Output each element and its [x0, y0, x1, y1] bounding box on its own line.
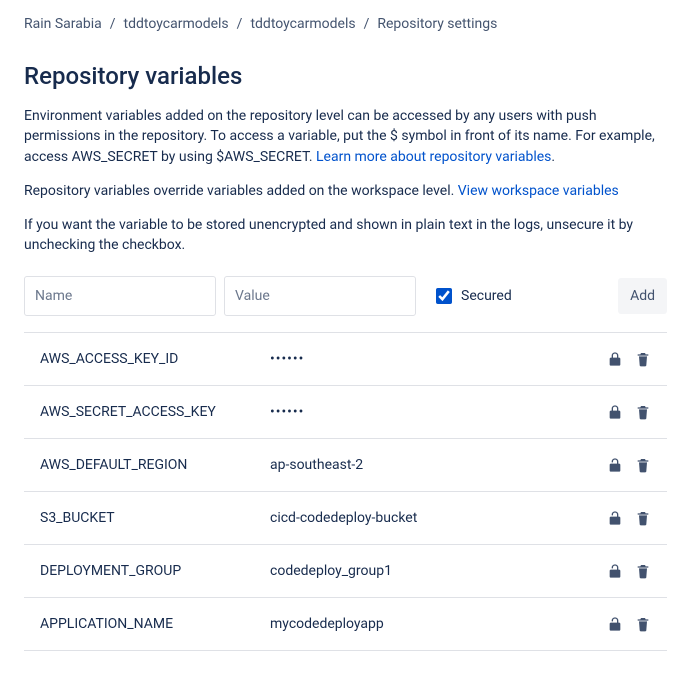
delete-icon[interactable] [635, 510, 651, 526]
secured-toggle-wrap: Secured [432, 285, 512, 307]
add-variable-row: Secured Add [24, 276, 667, 333]
lock-open-icon[interactable] [607, 510, 623, 526]
breadcrumb-item-current: Repository settings [377, 16, 497, 32]
variable-value-input[interactable] [224, 276, 416, 316]
breadcrumb-separator: / [110, 16, 116, 32]
variable-name: AWS_DEFAULT_REGION [40, 457, 270, 473]
breadcrumb: Rain Sarabia / tddtoycarmodels / tddtoyc… [24, 12, 667, 44]
row-actions [607, 563, 651, 579]
variable-row: AWS_DEFAULT_REGIONap-southeast-2 [24, 439, 667, 492]
row-actions [607, 616, 651, 632]
variable-name: DEPLOYMENT_GROUP [40, 563, 270, 579]
variable-row: S3_BUCKETcicd-codedeploy-bucket [24, 492, 667, 545]
page-title: Repository variables [24, 62, 667, 90]
row-actions [607, 351, 651, 367]
lock-closed-icon[interactable] [607, 351, 623, 367]
breadcrumb-item-project[interactable]: tddtoycarmodels [124, 16, 229, 32]
delete-icon[interactable] [635, 563, 651, 579]
add-button[interactable]: Add [618, 278, 667, 314]
variable-value: mycodedeployapp [270, 616, 607, 632]
variable-row: APPLICATION_NAMEmycodedeployapp [24, 598, 667, 651]
secured-label: Secured [461, 288, 512, 304]
variable-row: AWS_SECRET_ACCESS_KEY•••••• [24, 386, 667, 439]
description-paragraph-1: Environment variables added on the repos… [24, 106, 667, 167]
variable-value: •••••• [270, 404, 607, 420]
lock-open-icon[interactable] [607, 457, 623, 473]
variable-value: cicd-codedeploy-bucket [270, 510, 607, 526]
row-actions [607, 510, 651, 526]
delete-icon[interactable] [635, 457, 651, 473]
secured-checkbox[interactable] [436, 288, 452, 304]
breadcrumb-separator: / [364, 16, 370, 32]
breadcrumb-item-user[interactable]: Rain Sarabia [24, 16, 102, 32]
variable-name: S3_BUCKET [40, 510, 270, 526]
variable-name: APPLICATION_NAME [40, 616, 270, 632]
variable-value: •••••• [270, 351, 607, 367]
variable-row: DEPLOYMENT_GROUPcodedeploy_group1 [24, 545, 667, 598]
desc1-suffix: . [551, 149, 555, 165]
delete-icon[interactable] [635, 351, 651, 367]
variable-name: AWS_ACCESS_KEY_ID [40, 351, 270, 367]
lock-open-icon[interactable] [607, 563, 623, 579]
desc2-text: Repository variables override variables … [24, 183, 458, 199]
variables-list: AWS_ACCESS_KEY_ID••••••AWS_SECRET_ACCESS… [24, 333, 667, 651]
breadcrumb-item-repo[interactable]: tddtoycarmodels [250, 16, 355, 32]
row-actions [607, 457, 651, 473]
view-workspace-variables-link[interactable]: View workspace variables [458, 183, 619, 199]
lock-open-icon[interactable] [607, 616, 623, 632]
variable-name: AWS_SECRET_ACCESS_KEY [40, 404, 270, 420]
variable-row: AWS_ACCESS_KEY_ID•••••• [24, 333, 667, 386]
variable-value: codedeploy_group1 [270, 563, 607, 579]
delete-icon[interactable] [635, 404, 651, 420]
row-actions [607, 404, 651, 420]
lock-closed-icon[interactable] [607, 404, 623, 420]
delete-icon[interactable] [635, 616, 651, 632]
variable-name-input[interactable] [24, 276, 216, 316]
breadcrumb-separator: / [237, 16, 243, 32]
learn-more-link[interactable]: Learn more about repository variables [316, 149, 551, 165]
description-paragraph-3: If you want the variable to be stored un… [24, 215, 667, 256]
description-paragraph-2: Repository variables override variables … [24, 181, 667, 201]
variable-value: ap-southeast-2 [270, 457, 607, 473]
